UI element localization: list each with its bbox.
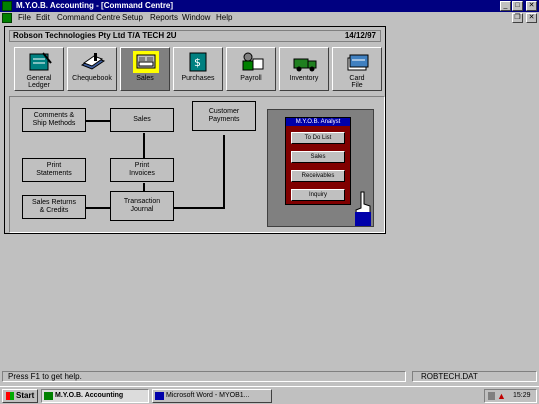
menu-setup[interactable]: Setup [122,13,143,23]
maximize-button[interactable]: □ [512,1,523,11]
taskbar-myob-label: M.Y.O.B. Accounting [55,392,124,399]
payroll-label: Payroll [240,75,262,82]
menu-help[interactable]: Help [216,13,232,23]
chequebook-icon [80,51,106,73]
pointing-hand-icon [353,190,373,226]
sales-icon [133,51,159,73]
taskbar-word-label: Microsoft Word - MYOB1... [166,392,250,399]
chequebook-button[interactable]: Chequebook [67,47,117,91]
menu-reports[interactable]: Reports [150,13,178,23]
purchases-button[interactable]: $ Purchases [173,47,223,91]
status-bar: Press F1 to get help. ROBTECH.DAT [0,370,539,383]
menu-edit[interactable]: Edit [36,13,50,23]
close-button[interactable]: ✕ [526,1,537,11]
connector-line [143,133,145,159]
minimize-button[interactable]: _ [500,1,511,11]
inventory-button[interactable]: Inventory [279,47,329,91]
taskbar: Start M.Y.O.B. Accounting Microsoft Word… [0,386,539,404]
menu-bar: File Edit Command Centre Setup Reports W… [0,12,539,24]
windows-flag-icon [6,392,14,400]
inquiry-button[interactable]: Inquiry [291,189,345,201]
document-icon[interactable] [2,13,12,23]
sales-label: Sales [136,75,154,82]
card-file-label: Card File [349,75,365,89]
analyst-title: M.Y.O.B. Analyst [286,118,350,126]
start-label: Start [16,391,35,400]
sales-box[interactable]: Sales [110,108,174,132]
customer-payments-box[interactable]: Customer Payments [192,101,256,131]
connector-line [86,120,110,122]
connector-line [174,207,224,209]
company-header: Robson Technologies Pty Ltd T/A TECH 2U … [9,30,381,42]
sales-button[interactable]: Sales [120,47,170,91]
word-app-icon [155,392,164,400]
myob-app-icon [44,392,53,400]
speaker-icon[interactable]: ▲ [497,391,506,401]
purchases-label: Purchases [181,75,215,82]
menu-window[interactable]: Window [182,13,210,23]
payroll-icon [239,51,265,73]
status-file-name: ROBTECH.DAT [412,371,537,382]
inventory-icon [292,51,318,73]
chequebook-label: Chequebook [72,75,112,82]
card-file-button[interactable]: Card File [332,47,382,91]
transaction-journal-box[interactable]: Transaction Journal [110,191,174,221]
general-ledger-label: General Ledger [26,75,52,89]
app-icon[interactable] [2,1,12,11]
system-tray: ▲ 15:29 [484,389,537,403]
comments-ship-methods-box[interactable]: Comments & Ship Methods [22,108,86,132]
taskbar-word-button[interactable]: Microsoft Word - MYOB1... [152,389,272,403]
tray-app-icon[interactable] [488,392,495,400]
analyst-sales-button[interactable]: Sales [291,151,345,163]
myob-analyst-panel: M.Y.O.B. Analyst To Do List Sales Receiv… [285,117,351,205]
menu-file[interactable]: File [18,13,31,23]
start-button[interactable]: Start [2,389,38,403]
print-statements-box[interactable]: Print Statements [22,158,86,182]
print-invoices-box[interactable]: Print Invoices [110,158,174,182]
receivables-button[interactable]: Receivables [291,170,345,182]
company-name: Robson Technologies Pty Ltd T/A TECH 2U [13,31,177,40]
payroll-button[interactable]: Payroll [226,47,276,91]
window-title: M.Y.O.B. Accounting - [Command Centre] [16,1,174,10]
to-do-list-button[interactable]: To Do List [291,132,345,144]
ledger-icon [27,51,53,73]
svg-text:$: $ [194,56,201,69]
title-bar[interactable]: M.Y.O.B. Accounting - [Command Centre] _… [0,0,539,12]
purchases-icon: $ [186,51,212,73]
card-file-icon [345,51,371,73]
mdi-restore-button[interactable]: ❐ [512,13,523,23]
connector-line [86,207,110,209]
connector-line [223,135,225,209]
inventory-label: Inventory [289,75,319,82]
sales-returns-credits-box[interactable]: Sales Returns & Credits [22,195,86,219]
menu-command-centre[interactable]: Command Centre [57,13,120,23]
session-date: 14/12/97 [344,31,376,40]
general-ledger-button[interactable]: General Ledger [14,47,64,91]
status-help-text: Press F1 to get help. [2,371,406,382]
taskbar-myob-button[interactable]: M.Y.O.B. Accounting [41,389,149,403]
mdi-close-button[interactable]: ✕ [526,13,537,23]
clock[interactable]: 15:29 [513,390,531,402]
